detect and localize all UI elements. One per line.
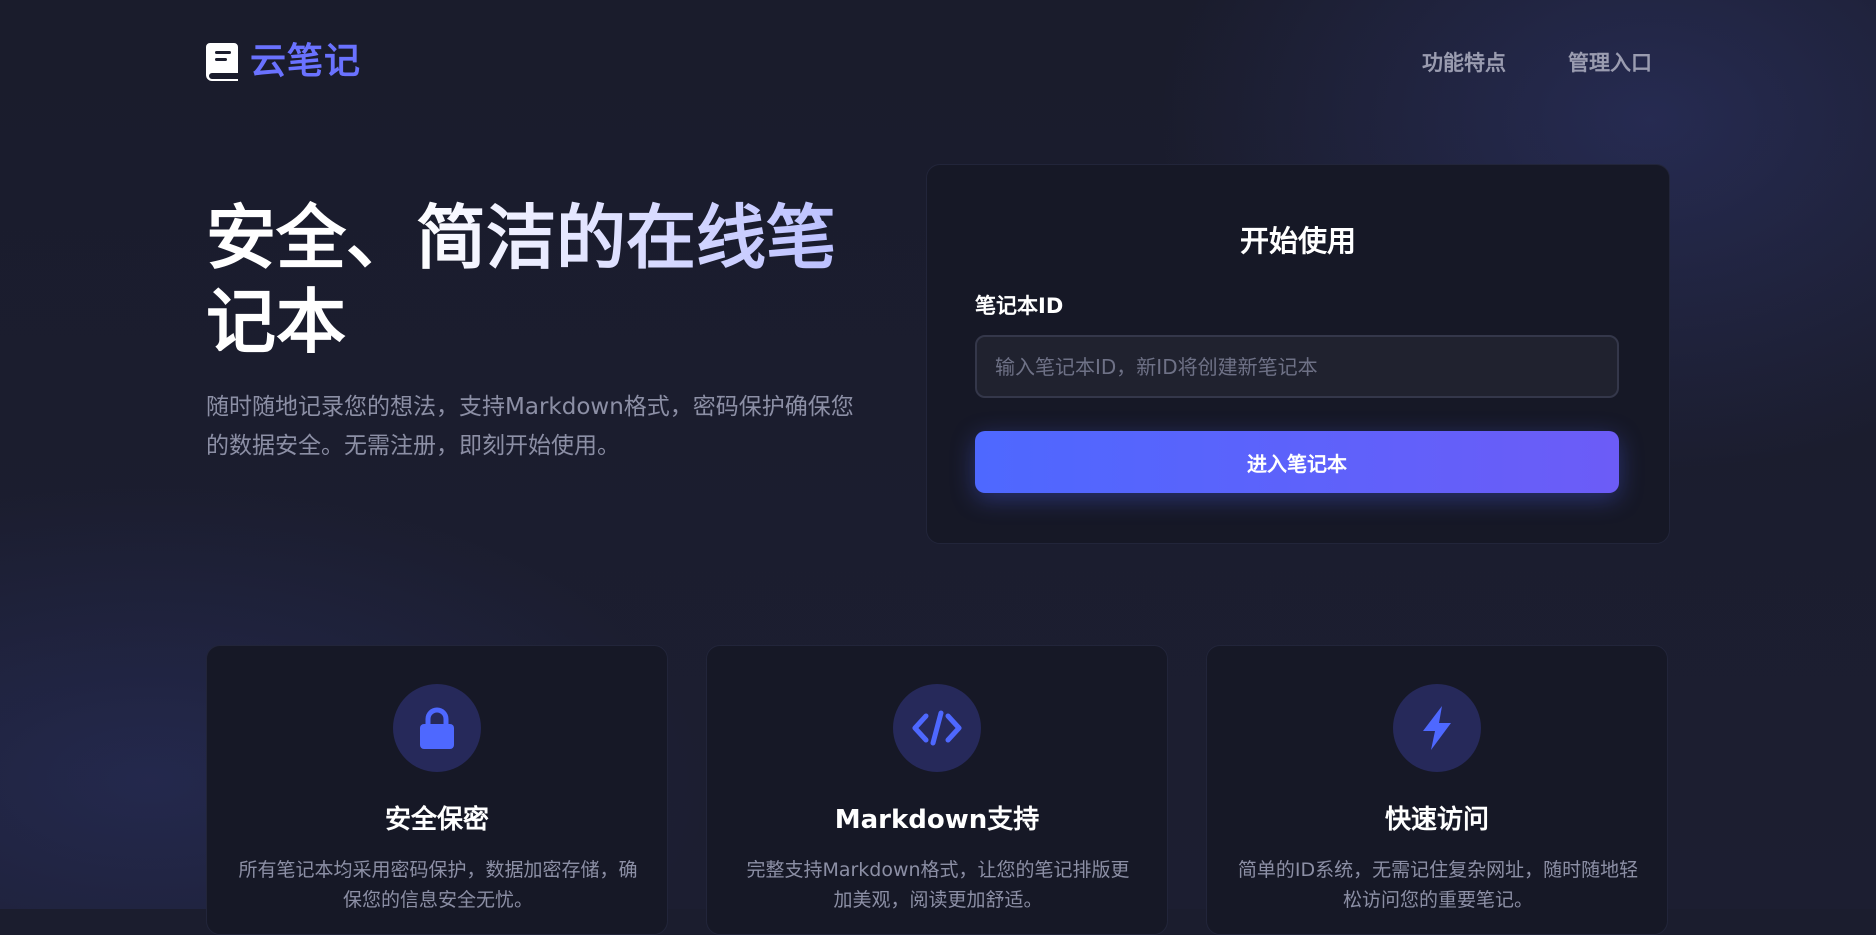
feature-card-security: 安全保密 所有笔记本均采用密码保护，数据加密存储，确保您的信息安全无忧。 [206,645,668,935]
feature-desc: 完整支持Markdown格式，让您的笔记排版更加美观，阅读更加舒适。 [746,859,1130,911]
hero-title-line1: 安全、简洁的在线笔 [206,197,836,279]
page-container: 云笔记 功能特点 管理入口 安全、简洁的在线笔 记本 随时随地记录您的想法，支持… [206,0,1670,935]
feature-desc: 简单的ID系统，无需记住复杂网址，随时随地轻松访问您的重要笔记。 [1237,859,1639,911]
hero-title: 安全、简洁的在线笔 记本 [206,196,866,364]
brand-logo[interactable]: 云笔记 [206,38,361,86]
book-icon [206,43,238,81]
lock-icon [393,684,481,772]
notebook-id-input[interactable] [975,335,1619,398]
lightning-icon [1393,684,1481,772]
enter-notebook-button[interactable]: 进入笔记本 [975,431,1619,493]
code-icon [893,684,981,772]
start-title: 开始使用 [1239,224,1356,258]
notebook-id-label: 笔记本ID [975,294,1064,318]
feature-title: 安全保密 [384,805,489,835]
start-card-content: 开始使用 笔记本ID 进入笔记本 [926,0,1670,560]
feature-title: 快速访问 [1384,805,1489,835]
hero-title-line2: 记本 [206,281,346,363]
brand-name: 云笔记 [250,41,362,82]
feature-card-markdown: Markdown支持 完整支持Markdown格式，让您的笔记排版更加美观，阅读… [706,645,1168,935]
feature-desc: 所有笔记本均采用密码保护，数据加密存储，确保您的信息安全无忧。 [238,859,638,911]
feature-card-fast-access: 快速访问 简单的ID系统，无需记住复杂网址，随时随地轻松访问您的重要笔记。 [1206,645,1668,935]
hero-subtitle: 随时随地记录您的想法，支持Markdown格式，密码保护确保您的数据安全。无需注… [206,394,854,459]
feature-title: Markdown支持 [834,805,1040,835]
